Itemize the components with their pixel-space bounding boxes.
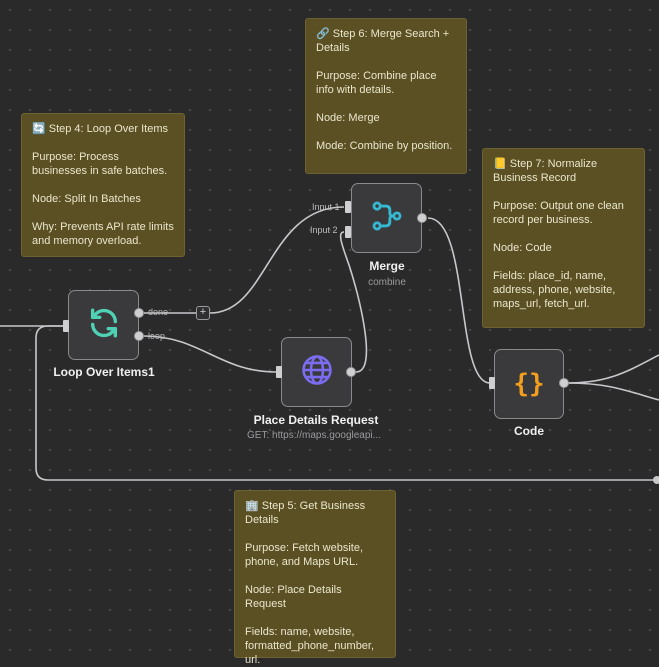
sticky-step5-purpose: Purpose: Fetch website, phone, and Maps …	[245, 542, 364, 568]
sticky-note-step7[interactable]: 📒 Step 7: Normalize Business Record Purp…	[482, 148, 645, 328]
wire-plus-to-merge-input1	[209, 206, 345, 314]
code-input-port[interactable]	[489, 377, 495, 389]
node-merge[interactable]	[351, 183, 422, 253]
merge-node-label: Merge	[369, 259, 405, 273]
add-node-button[interactable]: +	[196, 306, 210, 320]
merge-input1-label: Input 1	[312, 202, 340, 212]
node-code[interactable]: {}	[494, 349, 564, 419]
node-loop-over-items[interactable]	[68, 290, 139, 360]
sticky-step4-node: Node: Split In Batches	[32, 193, 141, 205]
loopback-endpoint	[653, 476, 659, 484]
sticky-step7-node: Node: Code	[493, 242, 552, 254]
node-place-details-request[interactable]	[281, 337, 352, 407]
sticky-step6-title: 🔗 Step 6: Merge Search + Details	[316, 28, 450, 54]
globe-icon	[300, 353, 334, 392]
merge-input2-port[interactable]	[345, 226, 351, 238]
place-details-input-port[interactable]	[276, 366, 282, 378]
sticky-step5-node: Node: Place Details Request	[245, 584, 342, 610]
merge-node-subtitle: combine	[368, 277, 406, 288]
sticky-note-step4[interactable]: 🔄 Step 4: Loop Over Items Purpose: Proce…	[21, 113, 185, 257]
sticky-step6-node: Node: Merge	[316, 112, 380, 124]
sticky-note-step5[interactable]: 🏢 Step 5: Get Business Details Purpose: …	[234, 490, 396, 666]
loop-done-output-port[interactable]	[134, 308, 144, 318]
merge-output-port[interactable]	[417, 213, 427, 223]
place-details-node-subtitle: GET: https://maps.googleapi...	[247, 430, 381, 441]
place-details-node-label: Place Details Request	[253, 413, 379, 427]
workflow-canvas[interactable]: 🔄 Step 4: Loop Over Items Purpose: Proce…	[0, 0, 659, 666]
sticky-note-step6[interactable]: 🔗 Step 6: Merge Search + Details Purpose…	[305, 18, 467, 174]
curly-braces-icon: {}	[513, 369, 545, 399]
code-node-label: Code	[514, 424, 544, 438]
loop-node-label: Loop Over Items1	[53, 365, 155, 379]
sticky-step7-fields: Fields: place_id, name, address, phone, …	[493, 270, 616, 310]
wire-loop-to-place-details	[143, 335, 277, 373]
place-details-output-port[interactable]	[346, 367, 356, 377]
sticky-step4-purpose: Purpose: Process businesses in safe batc…	[32, 151, 168, 177]
merge-input2-label: Input 2	[310, 225, 338, 235]
loop-loop-output-port[interactable]	[134, 331, 144, 341]
refresh-icon	[87, 306, 121, 345]
sticky-step4-why: Why: Prevents API rate limits and memory…	[32, 221, 174, 247]
code-output-port[interactable]	[559, 378, 569, 388]
merge-input1-port[interactable]	[345, 201, 351, 213]
sticky-step6-purpose: Purpose: Combine place info with details…	[316, 70, 437, 96]
sticky-step6-mode: Mode: Combine by position.	[316, 140, 453, 152]
sticky-step7-title: 📒 Step 7: Normalize Business Record	[493, 158, 598, 184]
wire-code-out-upper	[567, 354, 659, 384]
sticky-step5-fields: Fields: name, website, formatted_phone_n…	[245, 626, 375, 666]
loop-input-port[interactable]	[63, 320, 69, 332]
sticky-step7-purpose: Purpose: Output one clean record per bus…	[493, 200, 624, 226]
loop-done-label: done	[148, 307, 169, 317]
sticky-step4-title: 🔄 Step 4: Loop Over Items	[32, 123, 168, 135]
loop-loop-label: loop	[148, 331, 166, 341]
merge-icon	[370, 199, 404, 238]
wire-code-out-lower	[567, 382, 659, 401]
sticky-step5-title: 🏢 Step 5: Get Business Details	[245, 500, 366, 526]
wire-merge-to-code	[427, 217, 491, 384]
